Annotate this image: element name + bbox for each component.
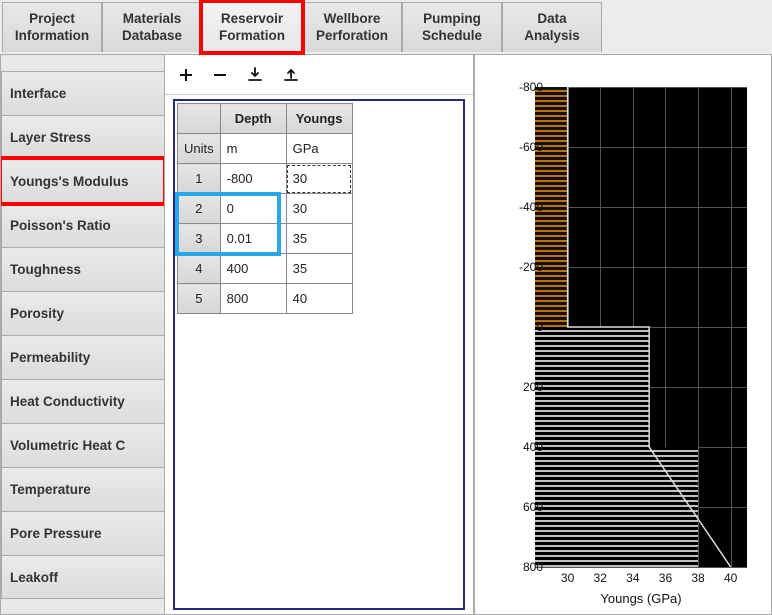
y-tick: -200: [503, 260, 543, 274]
row-units-label: Units: [178, 134, 221, 164]
tab-project-information[interactable]: Project Information: [2, 2, 102, 52]
row-3-depth[interactable]: 0.01: [220, 224, 286, 254]
row-5-depth[interactable]: 800: [220, 284, 286, 314]
y-tick: 200: [503, 380, 543, 394]
y-tick: 400: [503, 440, 543, 454]
x-axis-label: Youngs (GPa): [535, 591, 747, 606]
row-1-youngs[interactable]: 30: [286, 164, 352, 194]
sidebar-item-heat-conductivity[interactable]: Heat Conductivity: [1, 379, 164, 423]
sidebar-item-volumetric-heat[interactable]: Volumetric Heat C: [1, 423, 164, 467]
tab-pumping-schedule[interactable]: Pumping Schedule: [402, 2, 502, 52]
x-tick: 40: [724, 571, 737, 585]
y-tick: -400: [503, 200, 543, 214]
add-row-button[interactable]: [179, 68, 193, 82]
data-table[interactable]: Depth Youngs Units m GPa 1 -800 30 2 0 3…: [177, 103, 353, 314]
row-5-youngs[interactable]: 40: [286, 284, 352, 314]
x-tick: 38: [691, 571, 704, 585]
export-button[interactable]: [283, 67, 299, 83]
y-tick: -600: [503, 140, 543, 154]
remove-row-button[interactable]: [213, 68, 227, 82]
sidebar-item-permeability[interactable]: Permeability: [1, 335, 164, 379]
x-tick: 36: [659, 571, 672, 585]
row-3-n: 3: [178, 224, 221, 254]
sidebar-item-toughness[interactable]: Toughness: [1, 247, 164, 291]
sidebar-item-temperature[interactable]: Temperature: [1, 467, 164, 511]
th-youngs[interactable]: Youngs: [286, 104, 352, 134]
y-tick: -800: [503, 80, 543, 94]
y-tick: 0: [503, 320, 543, 334]
y-tick: 800: [503, 560, 543, 574]
sidebar-item-poissons-ratio[interactable]: Poisson's Ratio: [1, 203, 164, 247]
sidebar-item-porosity[interactable]: Porosity: [1, 291, 164, 335]
table-toolbar: [165, 55, 473, 95]
body-row: Interface Layer Stress Youngs's Modulus …: [0, 54, 772, 615]
row-5-n: 5: [178, 284, 221, 314]
tab-data-analysis[interactable]: Data Analysis: [502, 2, 602, 52]
row-1-n: 1: [178, 164, 221, 194]
sidebar: Interface Layer Stress Youngs's Modulus …: [0, 54, 164, 615]
table-wrap: Depth Youngs Units m GPa 1 -800 30 2 0 3…: [173, 99, 465, 610]
row-4-depth[interactable]: 400: [220, 254, 286, 284]
top-tabs: Project Information Materials Database R…: [0, 0, 772, 52]
x-tick: 32: [594, 571, 607, 585]
row-4-youngs[interactable]: 35: [286, 254, 352, 284]
y-tick: 600: [503, 500, 543, 514]
center-pane: Depth Youngs Units m GPa 1 -800 30 2 0 3…: [164, 54, 474, 615]
th-blank: [178, 104, 221, 134]
row-1-depth[interactable]: -800: [220, 164, 286, 194]
sidebar-item-interface[interactable]: Interface: [1, 71, 164, 115]
th-depth[interactable]: Depth: [220, 104, 286, 134]
row-2-n: 2: [178, 194, 221, 224]
sidebar-item-youngs-modulus[interactable]: Youngs's Modulus: [1, 159, 164, 203]
sidebar-item-leakoff[interactable]: Leakoff: [1, 555, 164, 599]
tab-wellbore-perforation[interactable]: Wellbore Perforation: [302, 2, 402, 52]
row-3-youngs[interactable]: 35: [286, 224, 352, 254]
row-2-depth[interactable]: 0: [220, 194, 286, 224]
plot-area: [535, 87, 747, 567]
tab-materials-database[interactable]: Materials Database: [102, 2, 202, 52]
units-youngs[interactable]: GPa: [286, 134, 352, 164]
x-tick: 30: [561, 571, 574, 585]
plot-pane: 30 32 34 36 38 40 -800 -600 -400 -200 0 200 400 600 80…: [474, 54, 772, 615]
row-4-n: 4: [178, 254, 221, 284]
sidebar-item-pore-pressure[interactable]: Pore Pressure: [1, 511, 164, 555]
row-2-youngs[interactable]: 30: [286, 194, 352, 224]
units-depth[interactable]: m: [220, 134, 286, 164]
x-tick: 34: [626, 571, 639, 585]
chart: 303234363840-800-600-400-200020040060080…: [487, 87, 759, 614]
sidebar-item-layer-stress[interactable]: Layer Stress: [1, 115, 164, 159]
import-button[interactable]: [247, 67, 263, 83]
tab-reservoir-formation[interactable]: Reservoir Formation: [202, 2, 302, 52]
